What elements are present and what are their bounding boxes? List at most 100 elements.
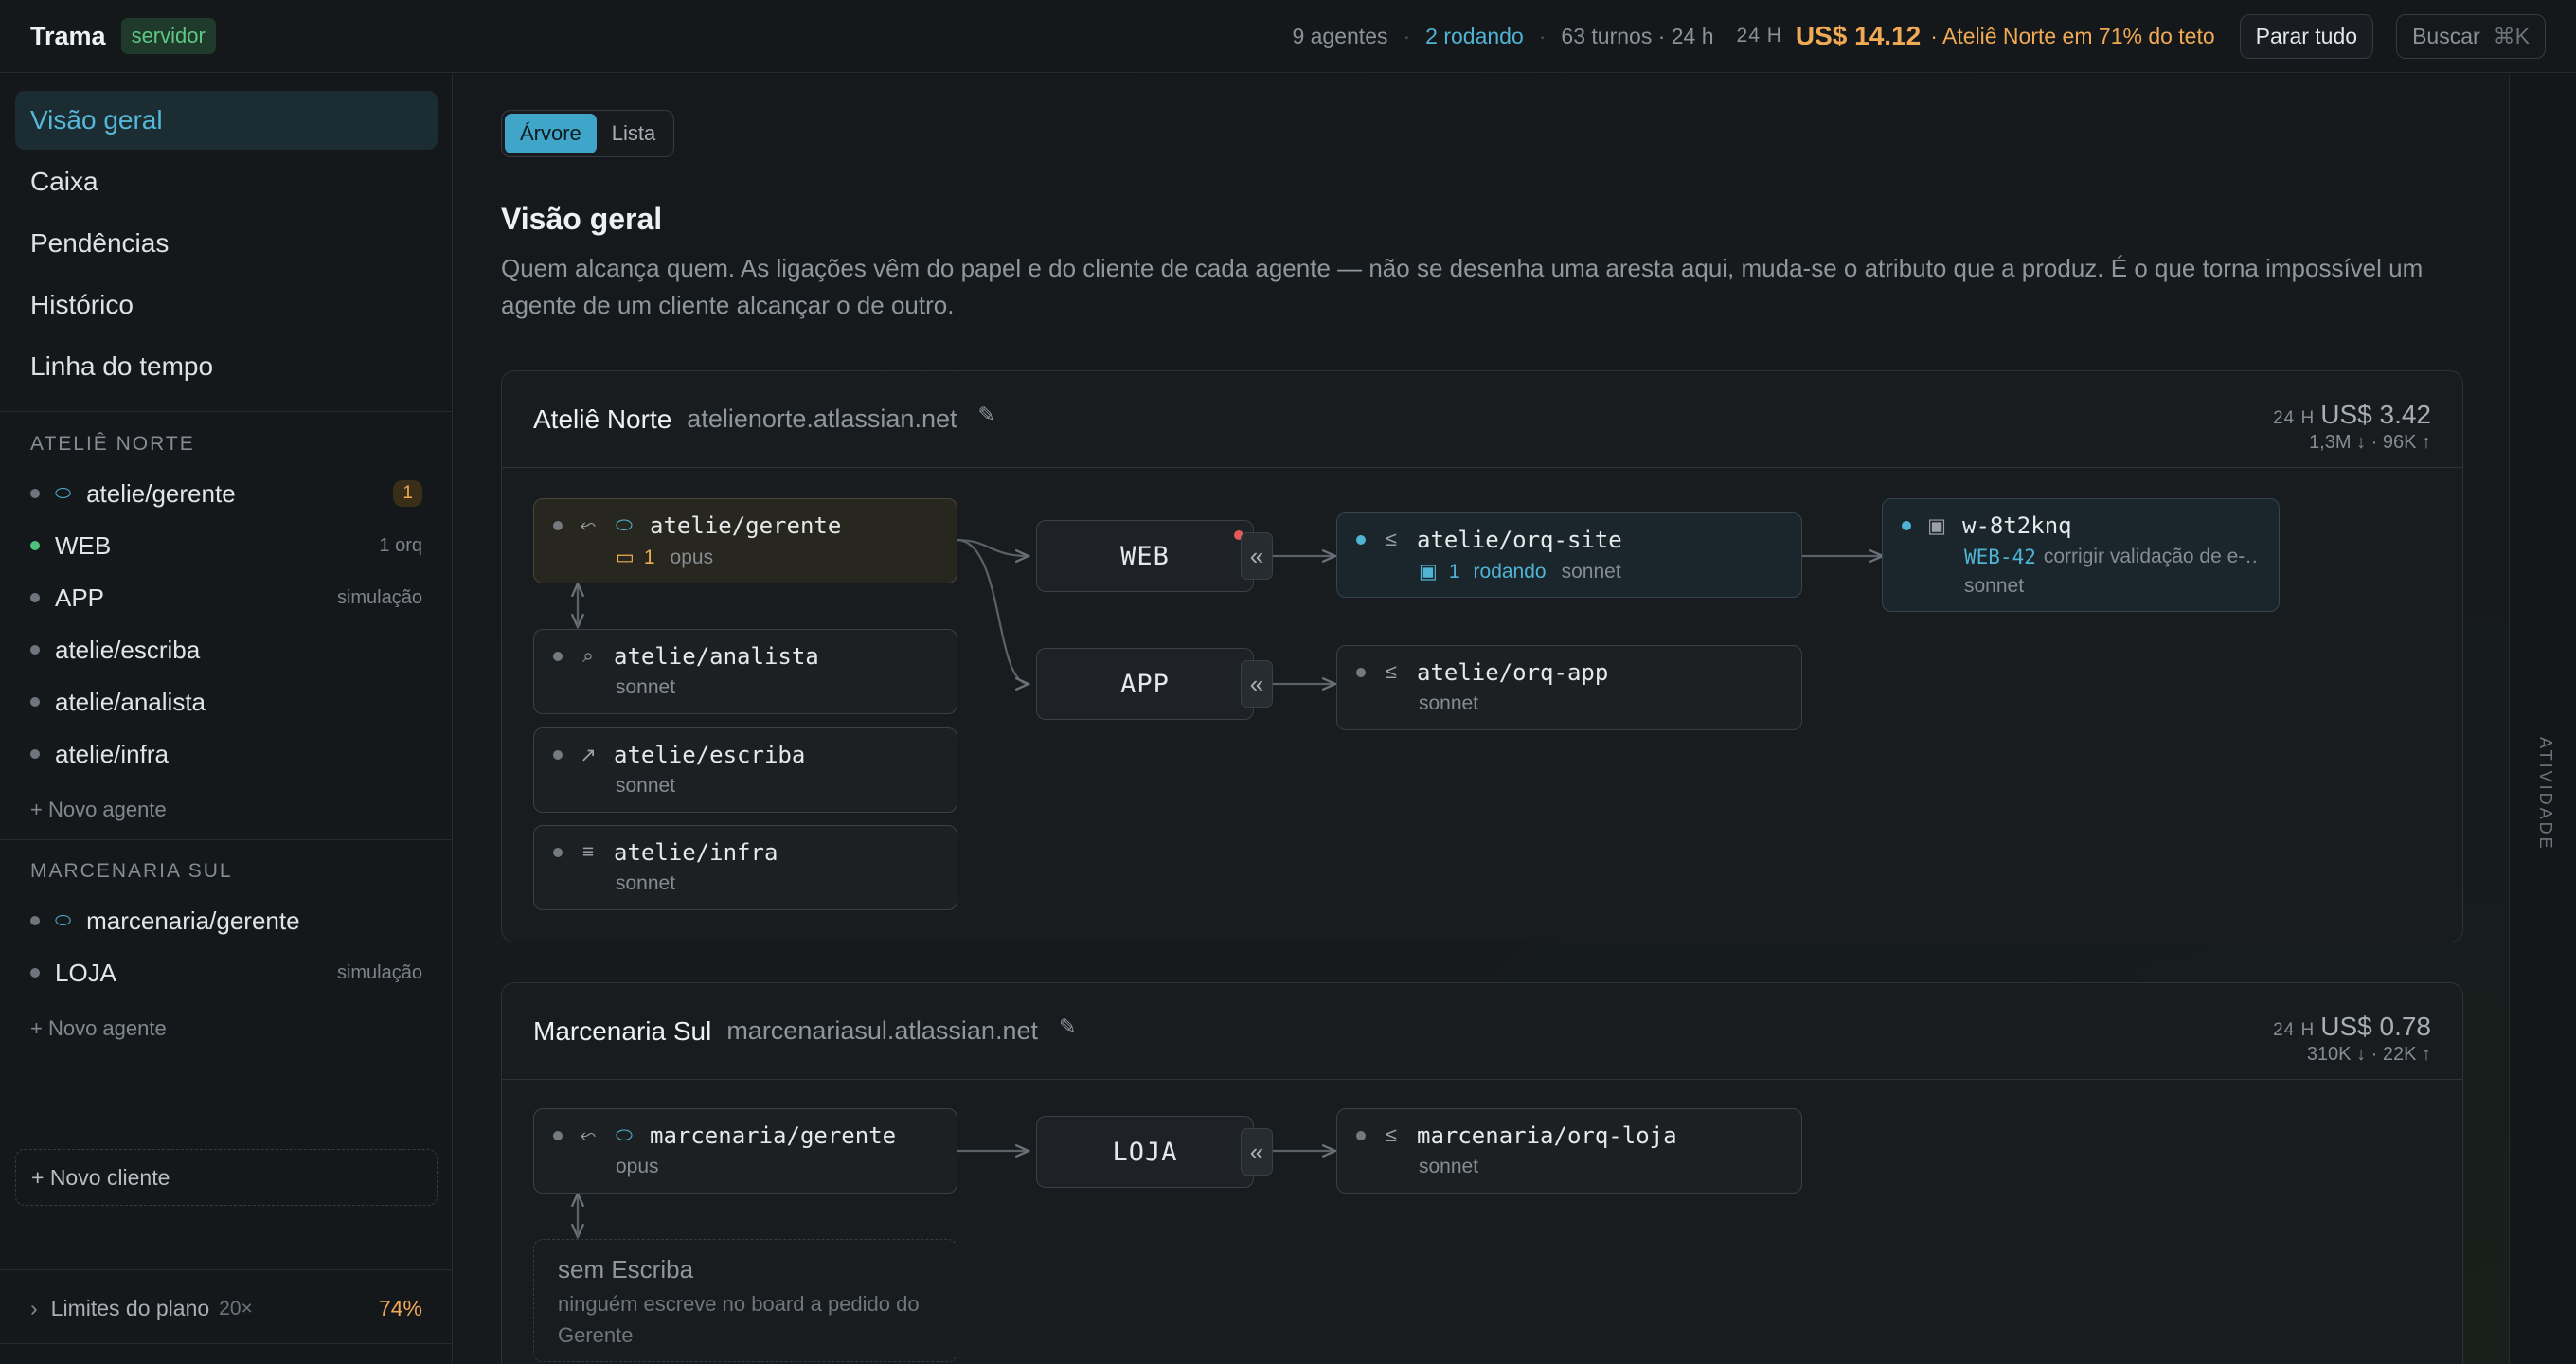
new-agent-link[interactable]: + Novo agente — [30, 798, 167, 822]
agent-label: atelie/escriba — [55, 635, 201, 664]
new-agent-link[interactable]: + Novo agente — [30, 1016, 167, 1041]
sidebar-project-loja[interactable]: LOJA simulação — [30, 954, 422, 992]
agent-label: APP — [55, 583, 105, 612]
project-label: APP — [1120, 669, 1170, 699]
node-label: atelie/gerente — [650, 512, 842, 539]
nav-history[interactable]: Histórico — [15, 276, 438, 334]
separator-dot: · — [1538, 23, 1547, 48]
pencil-icon[interactable]: ✎ — [977, 403, 994, 427]
page-description: Quem alcança quem. As ligações vêm do pa… — [501, 254, 2424, 319]
node-label: atelie/infra — [614, 839, 778, 866]
limits-multiplier: 20× — [219, 1297, 253, 1319]
tab-list[interactable]: Lista — [597, 114, 671, 153]
page-title: Visão geral — [501, 202, 663, 236]
nav-timeline[interactable]: Linha do tempo — [15, 337, 438, 396]
chat-icon: ⬭ — [616, 514, 633, 536]
agent-node-atelie-escriba[interactable]: ↗ atelie/escriba sonnet — [533, 727, 957, 813]
status-dot — [553, 848, 563, 857]
status-dot — [553, 750, 563, 760]
stop-all-button[interactable]: Parar tudo — [2239, 13, 2374, 59]
divider — [0, 1343, 453, 1344]
agent-node-marcenaria-gerente[interactable]: ⬿ ⬭ marcenaria/gerente opus — [533, 1108, 957, 1194]
chat-icon: ⬭ — [55, 482, 72, 504]
agents-count: 9 agentes — [1292, 23, 1388, 48]
activity-panel-toggle[interactable]: ATIVIDADE — [2509, 74, 2576, 1364]
token-usage: 1,3M ↓ · 96K ↑ — [2309, 432, 2431, 453]
running-count[interactable]: 2 rodando — [1425, 24, 1524, 49]
client-card-atelie: Ateliê Norte atelienorte.atlassian.net ✎… — [501, 370, 2463, 942]
app-brand: Trama — [30, 21, 106, 50]
tab-tree[interactable]: Árvore — [505, 114, 597, 153]
agent-meta: simulação — [336, 586, 422, 608]
agent-node-atelie-orq-app[interactable]: ≤ atelie/orq-app sonnet — [1336, 645, 1802, 730]
separator-dot: · — [1403, 23, 1411, 48]
cost-period: 24 H — [2273, 1020, 2316, 1040]
sidebar-agent-atelie-analista[interactable]: atelie/analista — [30, 683, 422, 721]
nav-pending[interactable]: Pendências — [15, 214, 438, 273]
sidebar-agent-atelie-infra[interactable]: atelie/infra — [30, 735, 422, 773]
client-cost: 24 H US$ 3.42 1,3M ↓ · 96K ↑ — [2273, 400, 2431, 454]
sidebar-project-app[interactable]: APP simulação — [30, 579, 422, 617]
cost-period: 24 H — [1736, 25, 1782, 46]
nav-inbox[interactable]: Caixa — [15, 153, 438, 211]
node-label: marcenaria/gerente — [650, 1122, 897, 1149]
sidebar-agent-marcenaria-gerente[interactable]: ⬭ marcenaria/gerente — [30, 902, 422, 940]
sidebar-agent-atelie-gerente[interactable]: ⬭ atelie/gerente 1 — [30, 475, 422, 512]
search-button[interactable]: Buscar ⌘K — [2396, 13, 2546, 59]
chevron-right-icon: › — [30, 1296, 38, 1320]
sidebar-agent-atelie-escriba[interactable]: atelie/escriba — [30, 631, 422, 669]
expand-chevron-icon[interactable]: « — [1241, 1128, 1273, 1176]
chat-icon: ⬭ — [616, 1124, 633, 1146]
status-dot — [30, 645, 40, 655]
agent-node-atelie-gerente[interactable]: ⬿ ⬭ atelie/gerente ▭ 1 opus — [533, 498, 957, 583]
nav-overview[interactable]: Visão geral — [15, 91, 438, 150]
node-model: sonnet — [1419, 1156, 1479, 1177]
node-label: w-8t2knq — [1962, 512, 2072, 539]
agent-label: marcenaria/gerente — [86, 906, 300, 935]
orchestrator-icon: ≤ — [1386, 1124, 1397, 1146]
pencil-icon[interactable]: ✎ — [1059, 1014, 1076, 1039]
expand-chevron-icon[interactable]: « — [1241, 532, 1273, 580]
agent-node-marcenaria-orq-loja[interactable]: ≤ marcenaria/orq-loja sonnet — [1336, 1108, 1802, 1194]
client-cost: 24 H US$ 0.78 310K ↓ · 22K ↑ — [2273, 1012, 2431, 1066]
project-node-loja[interactable]: LOJA — [1036, 1116, 1254, 1188]
client-header: Marcenaria Sul marcenariasul.atlassian.n… — [502, 983, 2462, 1080]
top-bar-status: 9 agentes · 2 rodando · 63 turnos · 24 h… — [1292, 13, 2546, 59]
node-label: atelie/escriba — [614, 742, 806, 768]
client-domain: marcenariasul.atlassian.net — [726, 1016, 1038, 1045]
activity-label: ATIVIDADE — [2536, 737, 2555, 852]
agent-label: LOJA — [55, 958, 117, 987]
manager-icon: ⬿ — [580, 514, 597, 536]
project-node-app[interactable]: APP — [1036, 648, 1254, 720]
ticket-id[interactable]: WEB-42 — [1964, 546, 2036, 568]
agent-node-atelie-infra[interactable]: ≡ atelie/infra sonnet — [533, 825, 957, 910]
top-bar: Trama servidor 9 agentes · 2 rodando · 6… — [0, 0, 2576, 73]
node-label: atelie/analista — [614, 643, 819, 670]
node-model: sonnet — [1419, 692, 1479, 714]
expand-chevron-icon[interactable]: « — [1241, 660, 1273, 708]
worker-node-w-8t2knq[interactable]: ▣ w-8t2knq WEB-42 corrigir validação de e-… — [1882, 498, 2280, 612]
inbox-count: 1 — [643, 546, 655, 568]
project-node-web[interactable]: WEB — [1036, 520, 1254, 592]
cost-value: US$ 3.42 — [2320, 400, 2431, 429]
sidebar: Visão geral Caixa Pendências Histórico L… — [0, 74, 453, 1364]
node-model: sonnet — [616, 872, 676, 894]
client-name: Ateliê Norte — [533, 404, 672, 434]
agent-node-atelie-orq-site[interactable]: ≤ atelie/orq-site ▣ 1 rodando sonnet — [1336, 512, 1802, 598]
briefcase-icon: ▣ — [1419, 561, 1438, 583]
new-client-button[interactable]: + Novo cliente — [15, 1149, 438, 1206]
agent-label: atelie/gerente — [86, 478, 236, 508]
view-toggle: Árvore Lista — [501, 110, 675, 157]
status-dot — [30, 541, 40, 550]
briefcase-icon: ▣ — [1927, 514, 1946, 537]
agent-meta: 1 orq — [379, 534, 422, 556]
search-icon: ⌕ — [582, 645, 594, 667]
plan-limits-toggle[interactable]: › Limites do plano 20× 74% — [30, 1296, 422, 1321]
node-model: sonnet — [1964, 575, 2025, 597]
client-header: Ateliê Norte atelienorte.atlassian.net ✎… — [502, 371, 2462, 468]
pen-icon: ↗ — [580, 744, 597, 766]
section-title-marcenaria: MARCENARIA SUL — [30, 860, 233, 882]
sidebar-project-web[interactable]: WEB 1 orq — [30, 527, 422, 565]
agent-node-atelie-analista[interactable]: ⌕ atelie/analista sonnet — [533, 629, 957, 714]
cost-value: US$ 0.78 — [2320, 1012, 2431, 1041]
